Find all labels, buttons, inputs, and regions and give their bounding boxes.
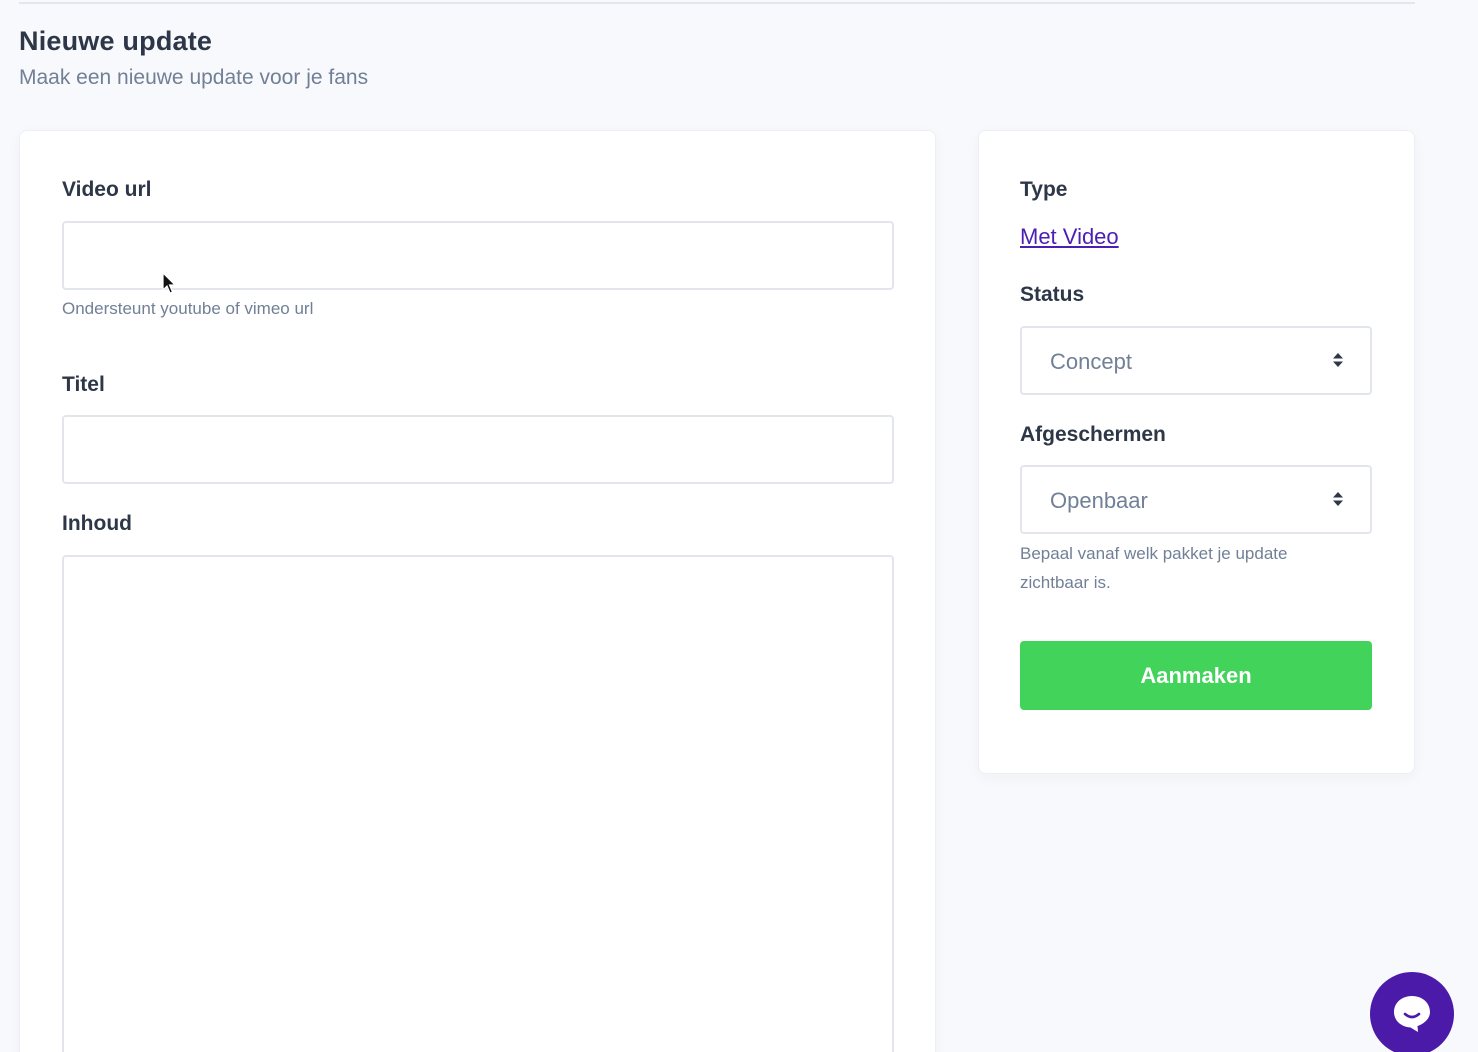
visibility-help: Bepaal vanaf welk pakket je update zicht… [1020,544,1288,592]
sort-arrows-icon [1333,492,1343,506]
status-select-value: Concept [1050,349,1132,374]
video-url-input[interactable] [62,221,894,290]
type-label: Type [1020,178,1068,201]
page-title: Nieuwe update [19,26,213,56]
chat-button[interactable] [1370,972,1454,1052]
visibility-select-value: Openbaar [1050,488,1148,513]
title-label: Titel [62,373,105,396]
visibility-label: Afgeschermen [1020,423,1166,446]
create-button[interactable]: Aanmaken [1020,641,1372,710]
title-input[interactable] [62,415,894,484]
status-select[interactable]: Concept [1020,326,1372,395]
content-label: Inhoud [62,512,132,535]
page-subtitle: Maak een nieuwe update voor je fans [19,66,369,89]
status-label: Status [1020,283,1085,306]
video-url-label: Video url [62,178,152,201]
mouse-cursor-icon [162,272,177,294]
content-textarea[interactable] [62,555,894,1052]
visibility-select[interactable]: Openbaar [1020,465,1372,534]
page: Nieuwe update Maak een nieuwe update voo… [0,0,1478,1052]
top-divider [19,2,1415,4]
chat-bubble-icon [1394,996,1430,1032]
sort-arrows-icon [1333,353,1343,367]
video-url-help: Ondersteunt youtube of vimeo url [62,299,314,318]
type-link-met-video[interactable]: Met Video [1020,224,1119,250]
